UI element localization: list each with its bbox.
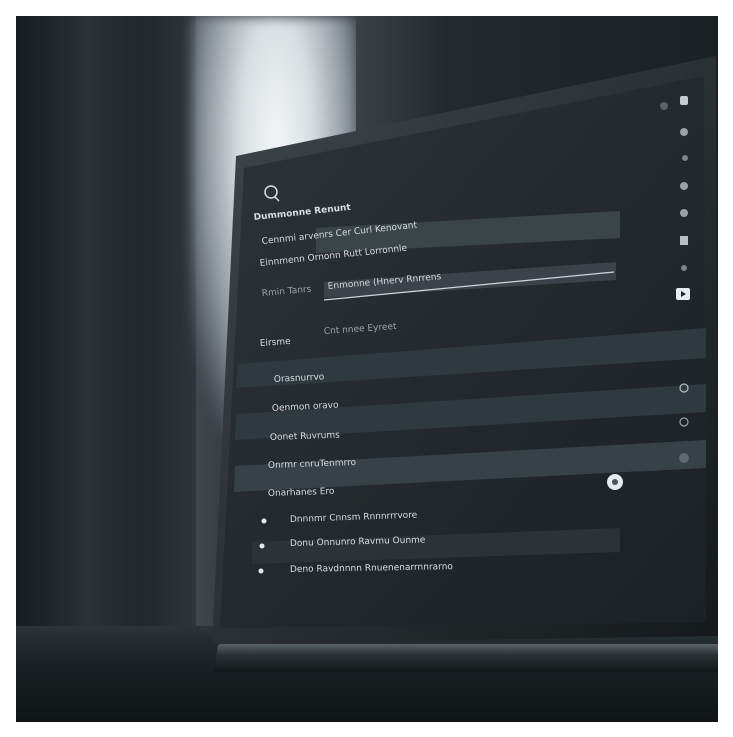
photo: Dummonne Renunt Cennmi arvenrs Cer Curl … [0, 0, 733, 737]
settings-icon[interactable] [680, 182, 688, 190]
list-bullet [258, 568, 264, 574]
list-bullet [261, 518, 267, 524]
list-bullet [259, 543, 265, 549]
circle-icon[interactable] [660, 102, 668, 110]
settings-icon[interactable] [680, 209, 688, 217]
toggle-dot [612, 479, 618, 485]
circle-icon[interactable] [680, 128, 688, 136]
bell-icon[interactable] [680, 96, 688, 105]
key-icon[interactable] [680, 236, 688, 245]
laptop: Dummonne Renunt Cennmi arvenrs Cer Curl … [212, 56, 718, 644]
circle-icon[interactable] [679, 453, 689, 463]
room-background: Dummonne Renunt Cennmi arvenrs Cer Curl … [16, 16, 718, 722]
circle-icon[interactable] [682, 155, 688, 161]
circle-icon[interactable] [681, 265, 687, 271]
